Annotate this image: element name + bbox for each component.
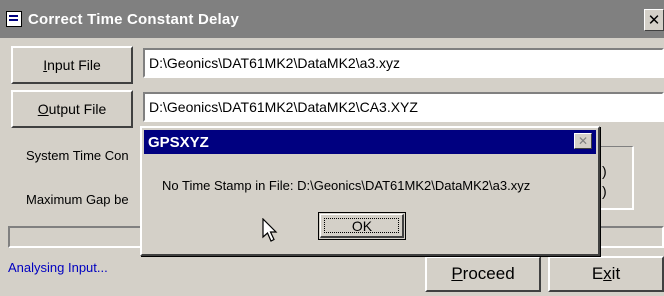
panel-fragment-text-2: ) xyxy=(602,183,607,199)
output-file-button-label: Output File xyxy=(37,101,107,117)
dialog-message: No Time Stamp in File: D:\Geonics\DAT61M… xyxy=(162,178,531,193)
close-icon: ✕ xyxy=(647,11,661,29)
app-icon xyxy=(6,11,22,27)
output-file-field[interactable]: D:\Geonics\DAT61MK2\DataMK2\CA3.XYZ xyxy=(143,92,664,122)
system-time-constant-label: System Time Con xyxy=(26,148,129,163)
panel-fragment-text-1: ) xyxy=(602,163,607,179)
maximum-gap-label: Maximum Gap be xyxy=(26,192,129,207)
ok-button[interactable]: OK xyxy=(318,212,406,240)
status-text: Analysing Input... xyxy=(8,260,108,275)
input-file-field[interactable]: D:\Geonics\DAT61MK2\DataMK2\a3.xyz xyxy=(143,48,664,78)
window-title: Correct Time Constant Delay xyxy=(28,10,240,28)
proceed-button[interactable]: Proceed xyxy=(425,256,541,292)
message-dialog: GPSXYZ ✕ No Time Stamp in File: D:\Geoni… xyxy=(140,126,600,256)
close-icon: ✕ xyxy=(577,134,589,148)
exit-button-label: Exit xyxy=(591,264,621,283)
input-file-button[interactable]: Input File xyxy=(11,46,133,84)
parameter-panel-fragment: ) ) xyxy=(598,146,634,210)
dialog-close-button[interactable]: ✕ xyxy=(574,133,592,149)
exit-button[interactable]: Exit xyxy=(548,256,664,292)
title-bar: Correct Time Constant Delay ✕ xyxy=(0,0,664,38)
mouse-pointer-icon xyxy=(262,218,278,242)
window-close-button[interactable]: ✕ xyxy=(644,9,664,31)
output-file-button[interactable]: Output File xyxy=(11,90,133,128)
proceed-button-label: Proceed xyxy=(451,264,515,283)
input-file-button-label: Input File xyxy=(43,57,101,73)
dialog-title: GPSXYZ xyxy=(148,133,209,151)
dialog-title-bar: GPSXYZ ✕ xyxy=(144,130,596,154)
ok-button-label: OK xyxy=(351,218,373,234)
